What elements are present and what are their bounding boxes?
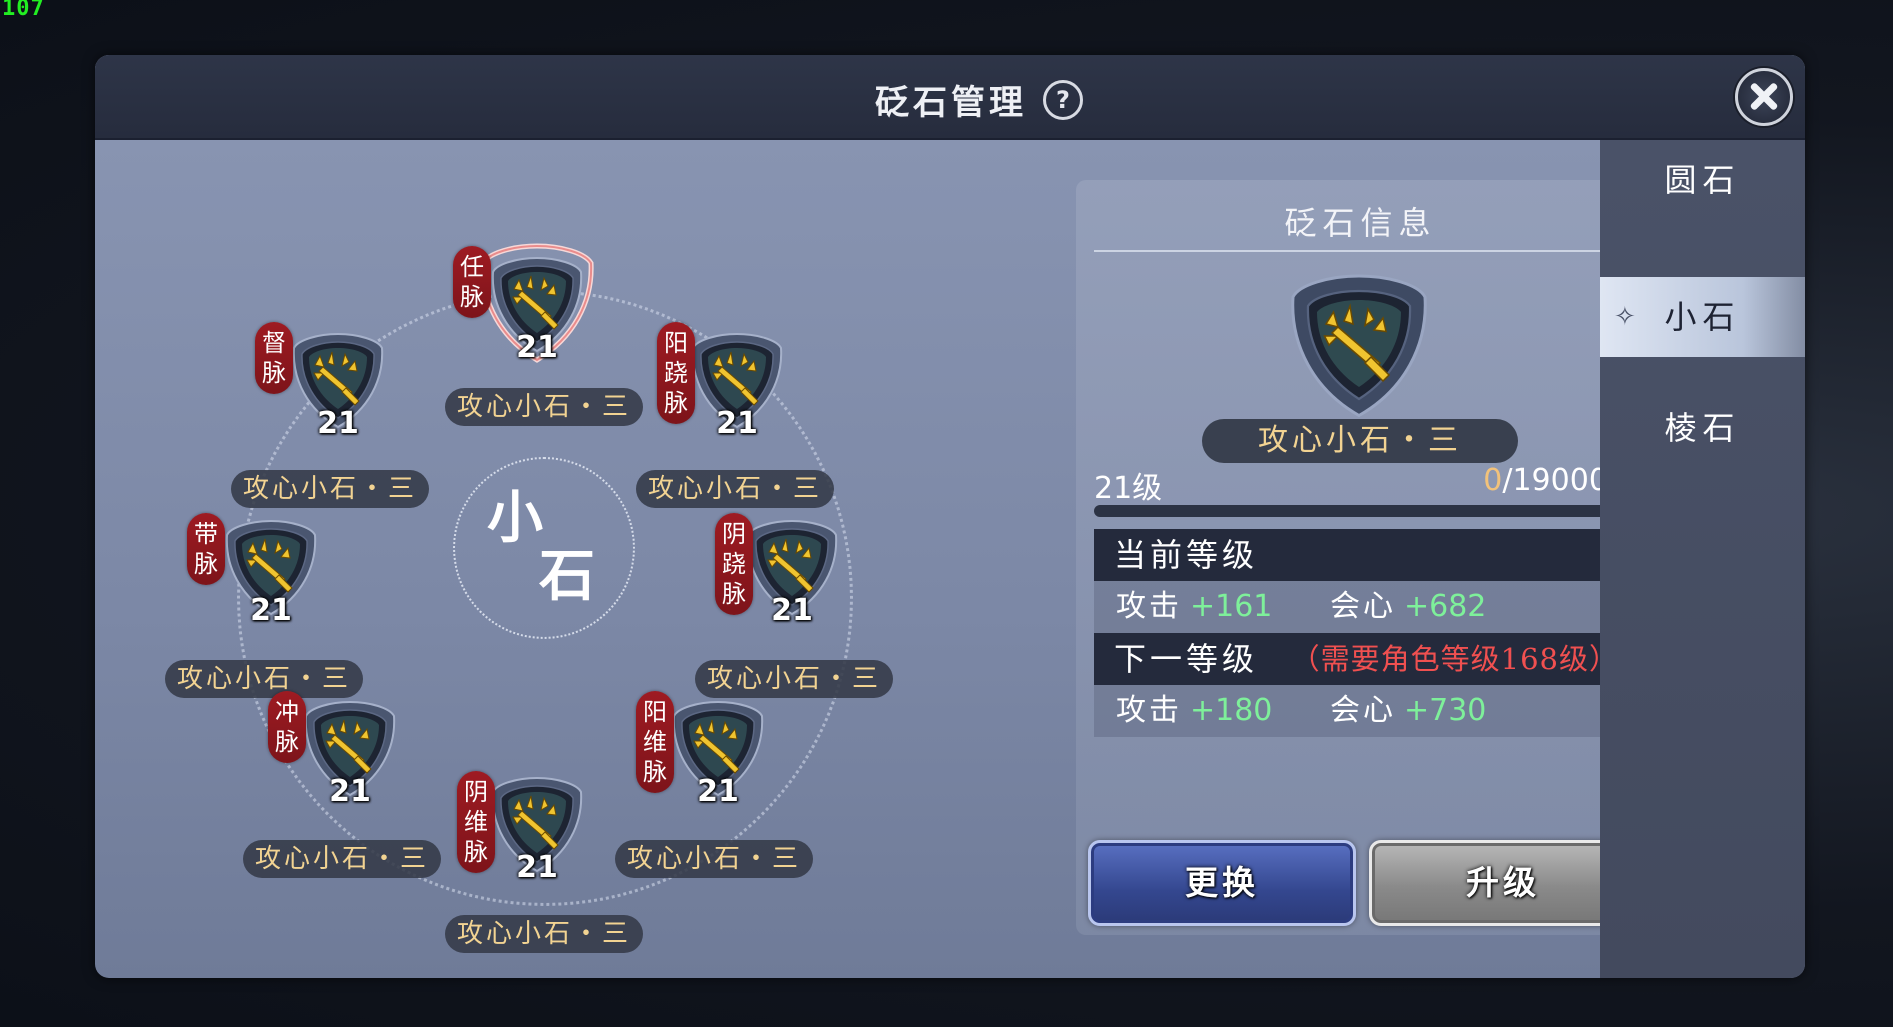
stone-slot[interactable]: 21 (288, 330, 388, 441)
title-bar: 砭石管理 ? (95, 55, 1805, 140)
help-icon[interactable]: ? (1043, 79, 1083, 120)
divider (1094, 250, 1627, 252)
stone-name-label: 攻心小石・三 (165, 660, 364, 698)
window-title: 砭石管理 (875, 83, 1027, 123)
stone-level-badge: 21 (329, 774, 371, 809)
meridian-tag: 冲 脉 (268, 691, 306, 763)
stone-name-label: 攻心小石・三 (445, 915, 644, 953)
stone-large-icon (1291, 274, 1427, 418)
current-stats-row: 攻击 +161 会心 +682 (1094, 581, 1627, 633)
current-attack: 攻击 +161 (1116, 589, 1273, 624)
next-level-header: 下一等级 （需要角色等级168级） (1094, 633, 1627, 685)
center-label: 小 石 (487, 490, 595, 604)
selected-marker-icon: ✧ (1614, 302, 1642, 332)
stone-slot[interactable]: 21 (687, 330, 787, 441)
center-char-2: 石 (539, 543, 595, 609)
stone-name-label: 攻心小石・三 (445, 388, 644, 426)
level-requirement: （需要角色等级168级） (1290, 642, 1619, 676)
center-char-1: 小 (487, 485, 543, 551)
stone-level-badge: 21 (697, 774, 739, 809)
exp-current: 0 (1483, 463, 1503, 498)
fps-counter: 107 (2, 0, 45, 21)
stone-level: 21级 (1094, 471, 1163, 506)
stone-slot[interactable]: 21 (742, 517, 842, 628)
close-button[interactable] (1735, 68, 1793, 126)
stone-type-tabs: 圆石 ✧ 小石 棱石 (1600, 140, 1805, 978)
stone-slot[interactable]: 21 (300, 698, 400, 809)
stone-name: 攻心小石・三 (1202, 419, 1518, 463)
stone-name-label: 攻心小石・三 (695, 660, 894, 698)
next-stats-row: 攻击 +180 会心 +730 (1094, 685, 1627, 737)
stone-name-label: 攻心小石・三 (231, 470, 430, 508)
stone-name-label: 攻心小石・三 (636, 470, 835, 508)
stone-management-window: 砭石管理 ? 小 石 21 任 脉攻心小石・三 21 督 脉攻心小石・三 21 阳 (95, 55, 1805, 978)
stone-level-badge: 21 (716, 406, 758, 441)
next-attack: 攻击 +180 (1116, 693, 1273, 728)
stone-name-label: 攻心小石・三 (243, 840, 442, 878)
tab-edge-stone[interactable]: 棱石 (1600, 388, 1805, 468)
current-crit: 会心 +682 (1330, 589, 1487, 624)
stone-level-badge: 21 (516, 330, 558, 365)
tab-round-stone[interactable]: 圆石 (1600, 140, 1805, 220)
meridian-tag: 带 脉 (187, 513, 225, 585)
stone-level-badge: 21 (317, 406, 359, 441)
stone-info-panel: 砭石信息 攻心小石・三 21级 0/190000 当前等级 攻击 +161 会心 +… (1076, 180, 1645, 935)
exp-bar (1094, 505, 1627, 517)
meridian-tag: 阴 跷 脉 (715, 513, 753, 615)
current-level-label: 当前等级 (1114, 536, 1259, 574)
replace-button[interactable]: 更换 (1088, 840, 1356, 926)
stats-table: 当前等级 攻击 +161 会心 +682 下一等级 （需要角色等级168级） 攻击 +… (1094, 529, 1627, 737)
stone-name-label: 攻心小石・三 (615, 840, 814, 878)
stone-slot-wheel: 小 石 21 任 脉攻心小石・三 21 督 脉攻心小石・三 21 阳 跷 脉攻心小石・… (95, 140, 980, 978)
meridian-tag: 阴 维 脉 (457, 771, 495, 873)
stone-level-badge: 21 (516, 850, 558, 885)
stone-slot[interactable]: 21 (480, 243, 594, 365)
stone-slot[interactable]: 21 (668, 698, 768, 809)
next-crit: 会心 +730 (1330, 693, 1487, 728)
meridian-tag: 阳 维 脉 (636, 691, 674, 793)
stone-slot[interactable]: 21 (221, 517, 321, 628)
next-level-label: 下一等级 (1114, 640, 1259, 678)
stone-slot[interactable]: 21 (487, 774, 587, 885)
current-level-header: 当前等级 (1094, 529, 1627, 581)
tab-small-stone[interactable]: ✧ 小石 (1600, 277, 1805, 357)
stone-level-badge: 21 (250, 593, 292, 628)
meridian-tag: 任 脉 (453, 246, 491, 318)
upgrade-button[interactable]: 升级 (1369, 840, 1637, 926)
stone-level-badge: 21 (771, 593, 813, 628)
info-title: 砭石信息 (1284, 204, 1437, 242)
meridian-tag: 督 脉 (255, 322, 293, 394)
meridian-tag: 阳 跷 脉 (657, 322, 695, 424)
